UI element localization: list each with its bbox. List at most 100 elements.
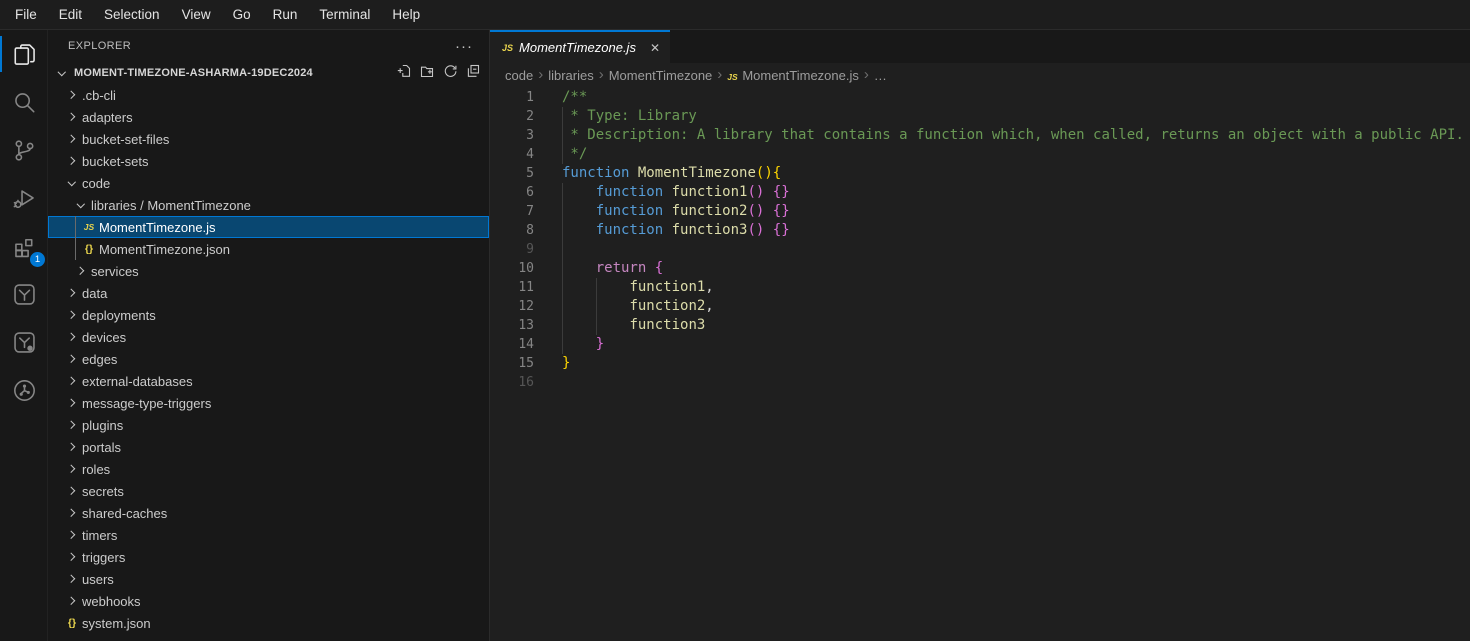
code-editor[interactable]: 1/**2 * Type: Library3 * Description: A … <box>490 88 1470 392</box>
tree-item-data[interactable]: data <box>48 282 489 304</box>
activity-run-and-debug[interactable] <box>0 174 48 222</box>
breadcrumb-item-libraries[interactable]: libraries <box>548 68 594 83</box>
tree-item-deployments[interactable]: deployments <box>48 304 489 326</box>
code-line[interactable]: 16 <box>490 373 1470 392</box>
tree-item-webhooks[interactable]: webhooks <box>48 590 489 612</box>
tree-item-timers[interactable]: timers <box>48 524 489 546</box>
code-line[interactable]: 15} <box>490 354 1470 373</box>
tree-item-roles[interactable]: roles <box>48 458 489 480</box>
code-line[interactable]: 12 function2, <box>490 297 1470 316</box>
chevron-right-icon[interactable] <box>64 392 80 414</box>
chevron-right-icon[interactable] <box>64 150 80 172</box>
chevron-right-icon[interactable] <box>64 370 80 392</box>
menu-go[interactable]: Go <box>222 0 262 30</box>
tree-item-shared-caches[interactable]: shared-caches <box>48 502 489 524</box>
activity-search[interactable] <box>0 78 48 126</box>
tree-item-momenttimezone-js[interactable]: JSMomentTimezone.js <box>48 216 489 238</box>
tree-item-external-databases[interactable]: external-databases <box>48 370 489 392</box>
chevron-right-icon[interactable] <box>64 502 80 524</box>
menu-file[interactable]: File <box>4 0 48 30</box>
new-folder-icon[interactable] <box>419 63 435 84</box>
tree-item-bucket-set-files[interactable]: bucket-set-files <box>48 128 489 150</box>
line-content: * Description: A library that contains a… <box>562 126 1464 145</box>
code-line[interactable]: 10 return { <box>490 259 1470 278</box>
tree-item-plugins[interactable]: plugins <box>48 414 489 436</box>
chevron-right-icon[interactable] <box>64 458 80 480</box>
menu-terminal[interactable]: Terminal <box>308 0 381 30</box>
chevron-right-icon[interactable] <box>64 414 80 436</box>
tree-item-cb-cli[interactable]: .cb-cli <box>48 84 489 106</box>
tree-item-bucket-sets[interactable]: bucket-sets <box>48 150 489 172</box>
chevron-right-icon[interactable] <box>64 84 80 106</box>
tree-item-portals[interactable]: portals <box>48 436 489 458</box>
menu-run[interactable]: Run <box>262 0 309 30</box>
new-file-icon[interactable] <box>396 63 412 84</box>
tree-item-libraries-momenttimezone[interactable]: libraries / MomentTimezone <box>48 194 489 216</box>
line-content: /** <box>562 88 587 107</box>
menu-view[interactable]: View <box>171 0 222 30</box>
line-content: } <box>562 335 604 354</box>
breadcrumb-item-momenttimezone[interactable]: MomentTimezone <box>609 68 713 83</box>
tree-item-adapters[interactable]: adapters <box>48 106 489 128</box>
chevron-right-icon[interactable] <box>64 590 80 612</box>
code-line[interactable]: 8 function function3() {} <box>490 221 1470 240</box>
tab-momenttimezone-js[interactable]: JS MomentTimezone.js ✕ <box>490 30 670 63</box>
chevron-right-icon[interactable] <box>64 304 80 326</box>
code-line[interactable]: 7 function function2() {} <box>490 202 1470 221</box>
more-actions-icon[interactable]: ··· <box>455 38 473 55</box>
activity-clearblade[interactable] <box>0 270 48 318</box>
tree-item-secrets[interactable]: secrets <box>48 480 489 502</box>
chevron-down-icon[interactable] <box>54 62 70 84</box>
collapse-all-icon[interactable] <box>465 63 481 84</box>
code-line[interactable]: 13 function3 <box>490 316 1470 335</box>
tree-item-message-type-triggers[interactable]: message-type-triggers <box>48 392 489 414</box>
chevron-right-icon[interactable] <box>64 348 80 370</box>
chevron-right-icon[interactable] <box>64 546 80 568</box>
tree-item-users[interactable]: users <box>48 568 489 590</box>
chevron-right-icon[interactable] <box>73 260 89 282</box>
code-line[interactable]: 11 function1, <box>490 278 1470 297</box>
tree-item-triggers[interactable]: triggers <box>48 546 489 568</box>
code-line[interactable]: 9 <box>490 240 1470 259</box>
code-line[interactable]: 14 } <box>490 335 1470 354</box>
project-root-row[interactable]: MOMENT-TIMEZONE-ASHARMA-19DEC2024 <box>48 62 489 84</box>
code-line[interactable]: 2 * Type: Library <box>490 107 1470 126</box>
tree-item-system-json[interactable]: {}system.json <box>48 612 489 634</box>
chevron-right-icon[interactable] <box>64 282 80 304</box>
line-content: * Type: Library <box>562 107 697 126</box>
code-line[interactable]: 5function MomentTimezone(){ <box>490 164 1470 183</box>
close-icon[interactable]: ✕ <box>650 41 660 55</box>
menu-help[interactable]: Help <box>381 0 431 30</box>
vscode-window: FileEditSelectionViewGoRunTerminalHelp 1… <box>0 0 1470 641</box>
breadcrumb-item-[interactable]: … <box>874 68 887 83</box>
tree-item-code[interactable]: code <box>48 172 489 194</box>
activity-extensions[interactable]: 1 <box>0 222 48 270</box>
chevron-right-icon[interactable] <box>64 106 80 128</box>
code-line[interactable]: 1/** <box>490 88 1470 107</box>
code-line[interactable]: 6 function function1() {} <box>490 183 1470 202</box>
breadcrumb-item-code[interactable]: code <box>505 68 533 83</box>
tree-item-label: secrets <box>82 484 124 499</box>
tree-item-services[interactable]: services <box>48 260 489 282</box>
tree-item-devices[interactable]: devices <box>48 326 489 348</box>
chevron-right-icon[interactable] <box>64 480 80 502</box>
chevron-right-icon[interactable] <box>64 128 80 150</box>
chevron-right-icon[interactable] <box>64 524 80 546</box>
breadcrumb-item-momenttimezone-js[interactable]: JS MomentTimezone.js <box>727 68 859 83</box>
chevron-right-icon[interactable] <box>64 326 80 348</box>
chevron-down-icon[interactable] <box>64 172 80 194</box>
menu-edit[interactable]: Edit <box>48 0 93 30</box>
menu-selection[interactable]: Selection <box>93 0 171 30</box>
chevron-right-icon[interactable] <box>64 436 80 458</box>
activity-graph[interactable] <box>0 366 48 414</box>
activity-explorer[interactable] <box>0 30 48 78</box>
code-line[interactable]: 3 * Description: A library that contains… <box>490 126 1470 145</box>
chevron-down-icon[interactable] <box>73 194 89 216</box>
refresh-icon[interactable] <box>442 63 458 84</box>
code-line[interactable]: 4 */ <box>490 145 1470 164</box>
tree-item-edges[interactable]: edges <box>48 348 489 370</box>
activity-clearblade-alt[interactable] <box>0 318 48 366</box>
tree-item-momenttimezone-json[interactable]: {}MomentTimezone.json <box>48 238 489 260</box>
activity-source-control[interactable] <box>0 126 48 174</box>
chevron-right-icon[interactable] <box>64 568 80 590</box>
